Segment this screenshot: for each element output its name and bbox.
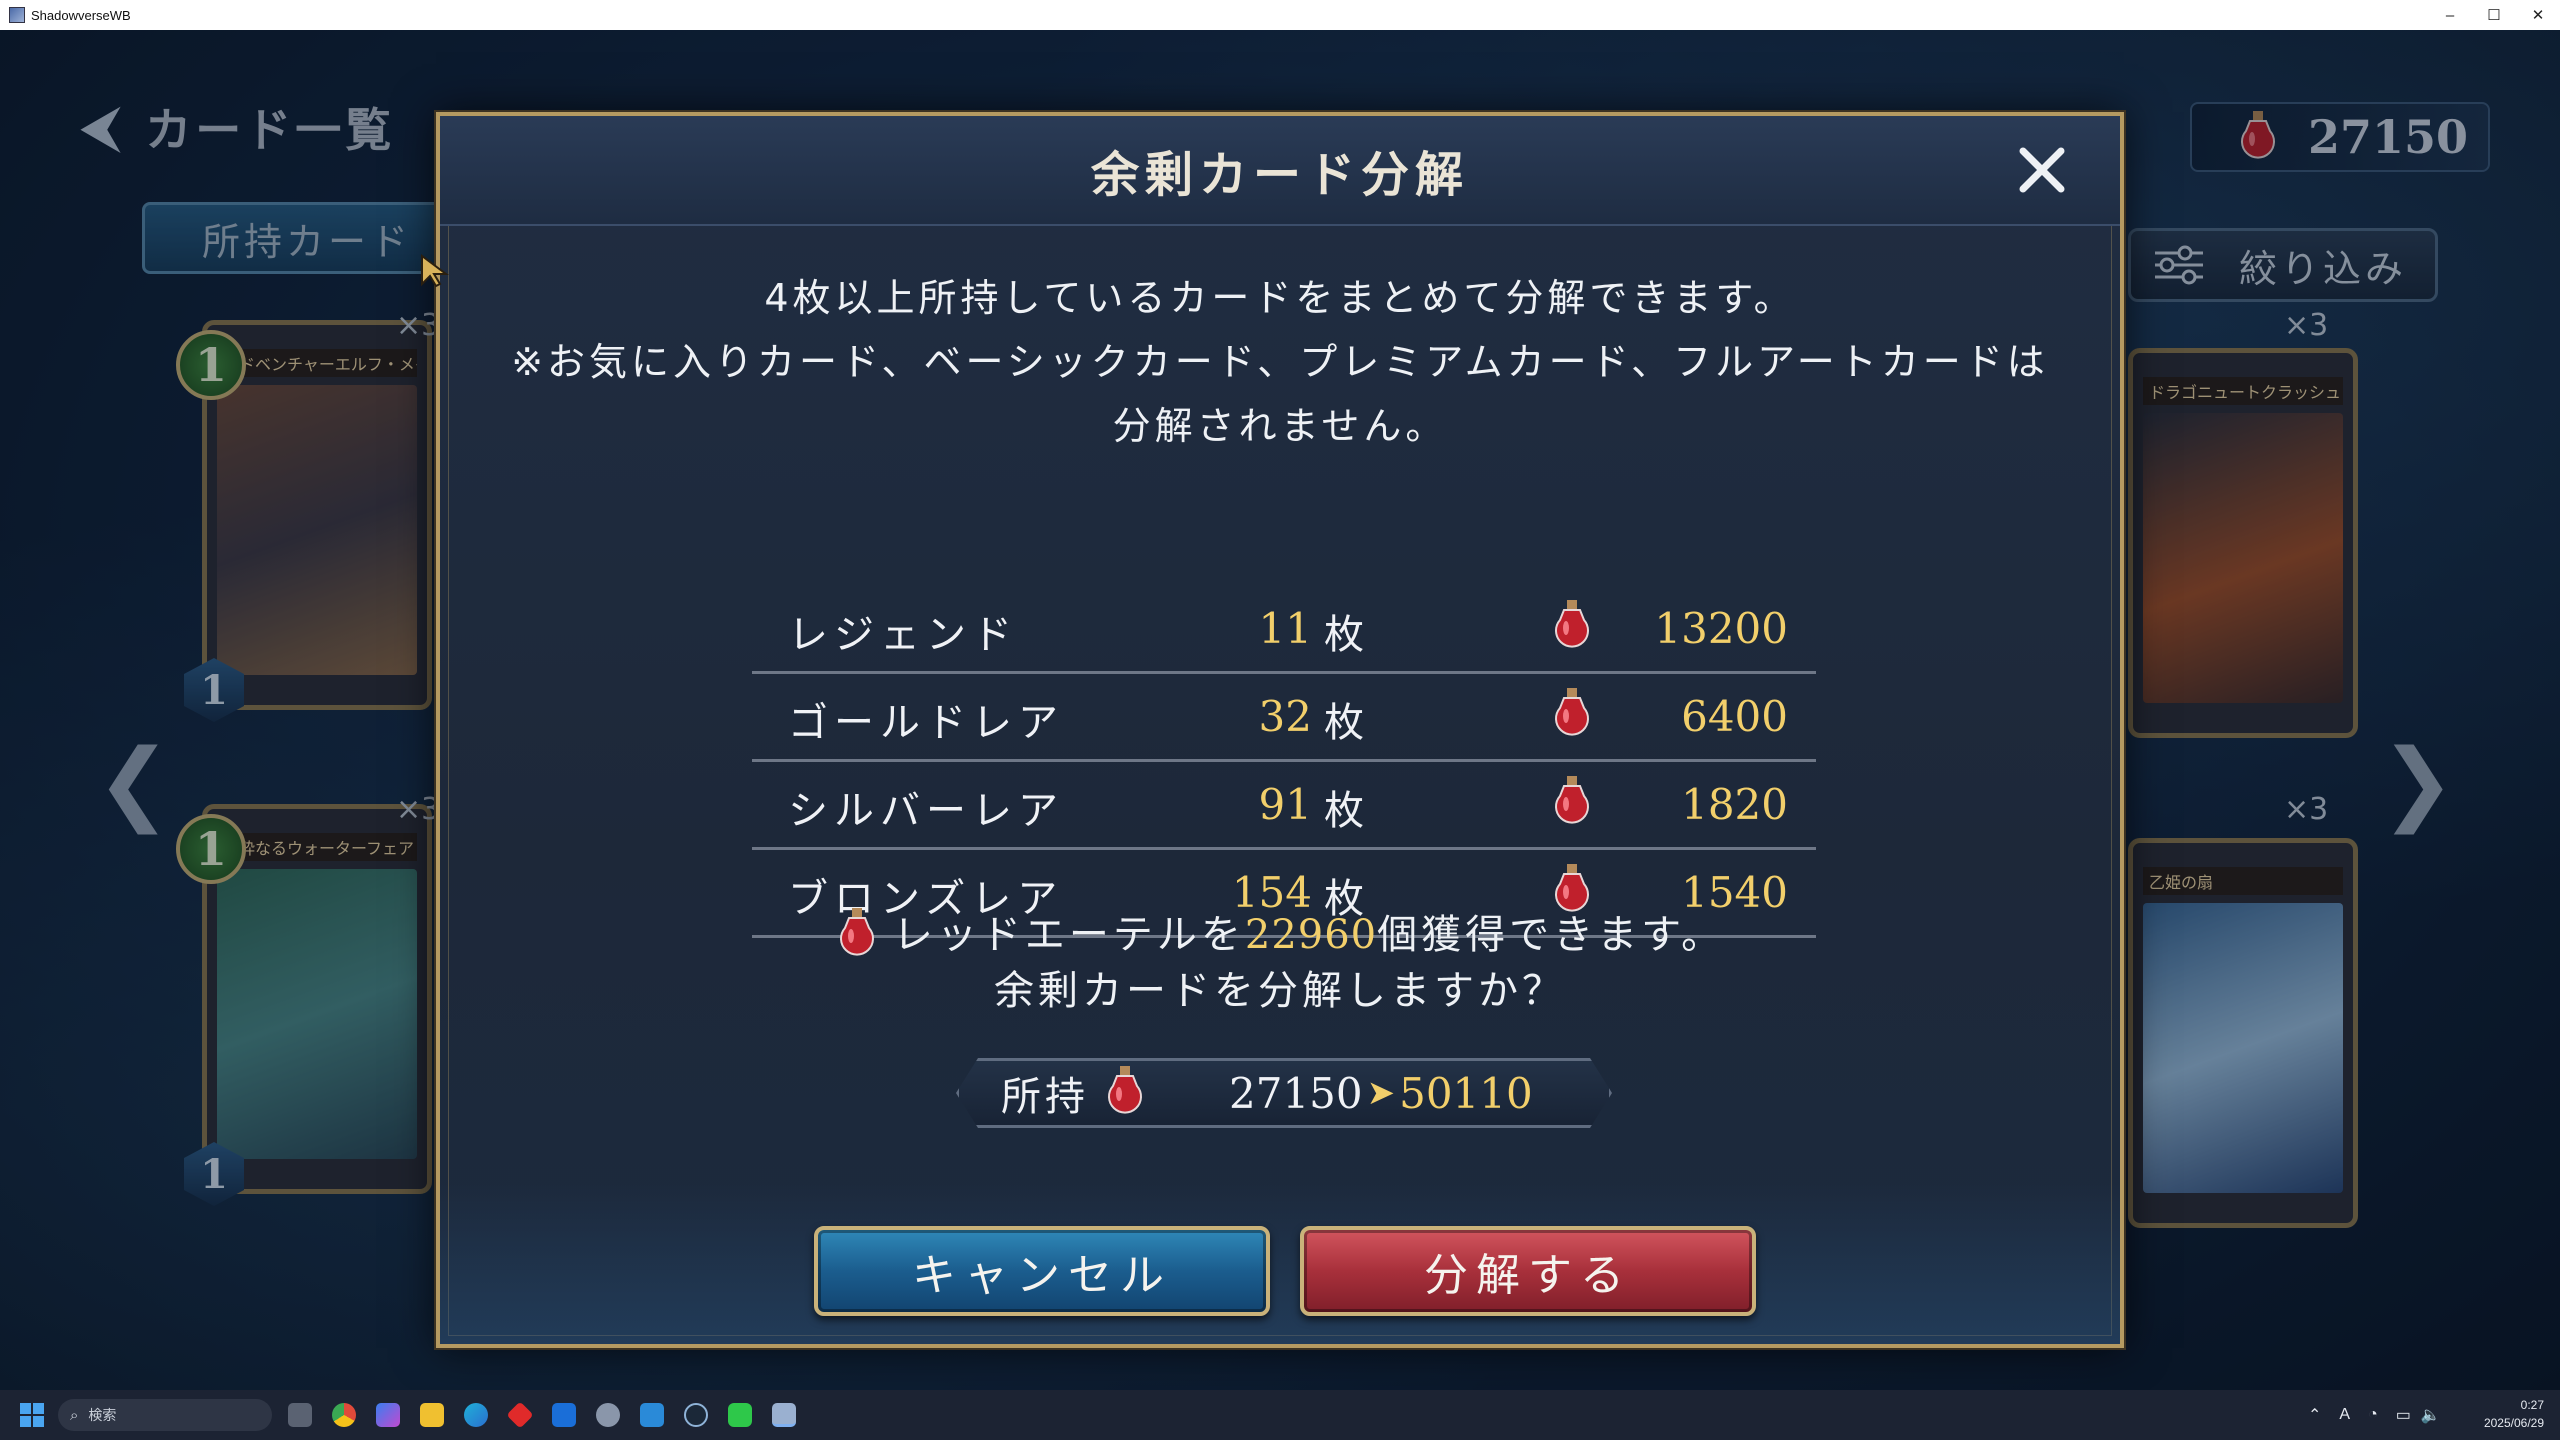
rarity-row-silver: シルバーレア 91 枚 1820 xyxy=(752,762,1816,850)
red-ether-icon xyxy=(1555,600,1589,648)
rarity-count: 11 xyxy=(1258,604,1312,653)
result-summary: レッドエーテルを22960個獲得できます。 余剰カードを分解しますか？ xyxy=(440,906,2120,1018)
ime-indicator[interactable]: A xyxy=(2339,1406,2350,1424)
app-icon xyxy=(9,7,25,23)
app-red-icon[interactable] xyxy=(506,1401,534,1429)
task-view-icon[interactable] xyxy=(288,1403,312,1427)
confirm-question: 余剰カードを分解しますか？ xyxy=(994,968,1566,1014)
owned-label: 所持 xyxy=(1001,1074,1089,1120)
owned-ether-preview: 所持 27150 ➤ 50110 xyxy=(956,1058,1612,1128)
close-icon xyxy=(2019,147,2065,193)
dismantle-dialog: 余剰カード分解 4枚以上所持しているカードをまとめて分解できます。 ※お気に入り… xyxy=(436,112,2124,1348)
tray-overflow-chevron-icon[interactable]: ⌃ xyxy=(2308,1405,2321,1425)
red-ether-icon xyxy=(1555,776,1589,824)
taskbar-search[interactable]: ⌕ 検索 xyxy=(58,1399,272,1431)
rarity-unit: 枚 xyxy=(1324,788,1364,834)
steam-icon[interactable] xyxy=(684,1403,708,1427)
dialog-footer xyxy=(440,1184,2120,1344)
outlook-icon[interactable] xyxy=(552,1403,576,1427)
tray-app-icon[interactable]: ◔ xyxy=(2368,1406,2378,1424)
rarity-count: 91 xyxy=(1258,780,1312,829)
search-placeholder: 検索 xyxy=(88,1407,117,1423)
owned-before-amount: 27150 xyxy=(1229,1068,1363,1118)
start-button[interactable] xyxy=(20,1403,44,1427)
mouse-cursor-icon xyxy=(421,254,449,288)
file-explorer-icon[interactable] xyxy=(420,1403,444,1427)
red-ether-icon xyxy=(839,908,874,956)
copilot-icon[interactable] xyxy=(376,1403,400,1427)
windows-taskbar: ⌕ 検索 ⌃ A ◔ ▭ 🔈 0:27 2025/06/29 xyxy=(0,1390,2560,1440)
cancel-button[interactable]: キャンセル xyxy=(814,1226,1270,1316)
red-ether-icon xyxy=(1103,1064,1147,1122)
description-note: 分解されません。 xyxy=(1112,404,1448,448)
window-title: ShadowverseWB xyxy=(31,7,131,23)
minimize-button[interactable]: – xyxy=(2428,0,2472,30)
dialog-header: 余剰カード分解 xyxy=(440,116,2120,226)
result-amount: 22960 xyxy=(1244,912,1378,958)
line-icon[interactable] xyxy=(728,1403,752,1427)
rarity-ether-value: 1820 xyxy=(1681,780,1788,829)
clock-time: 0:27 xyxy=(2520,1398,2544,1412)
game-viewport: ⮜ カード一覧 所持カード 27150 絞り込み ❮ ❯ アドベンチャーエルフ・… xyxy=(0,30,2560,1390)
clock-date: 2025/06/29 xyxy=(2483,1416,2544,1430)
dialog-close-button[interactable] xyxy=(2010,138,2074,202)
settings-gear-icon[interactable] xyxy=(596,1403,620,1427)
dismantle-confirm-button[interactable]: 分解する xyxy=(1300,1226,1756,1316)
chrome-icon[interactable] xyxy=(332,1403,356,1427)
rarity-row-gold: ゴールドレア 32 枚 6400 xyxy=(752,674,1816,762)
result-prefix: レッドエーテルを xyxy=(892,912,1245,958)
edge-icon[interactable] xyxy=(464,1403,488,1427)
window-close-button[interactable]: ✕ xyxy=(2516,0,2560,30)
store-icon[interactable] xyxy=(640,1403,664,1427)
description-line: 4枚以上所持しているカードをまとめて分解できます。 xyxy=(764,276,1796,320)
rarity-row-legend: レジェンド 11 枚 13200 xyxy=(752,586,1816,674)
maximize-button[interactable]: ☐ xyxy=(2472,0,2516,30)
window-titlebar: ShadowverseWB – ☐ ✕ xyxy=(0,0,2560,30)
rarity-ether-value: 13200 xyxy=(1654,604,1788,653)
rarity-name: ゴールドレア xyxy=(788,700,1064,746)
rarity-ether-value: 6400 xyxy=(1681,692,1788,741)
rarity-table: レジェンド 11 枚 13200 ゴールドレア 32 枚 6400 シルバーレア… xyxy=(752,586,1816,938)
rarity-name: シルバーレア xyxy=(788,788,1064,834)
red-ether-icon xyxy=(1555,688,1589,736)
volume-icon[interactable]: 🔈 xyxy=(2421,1405,2441,1425)
result-line: レッドエーテルを22960個獲得できます。 xyxy=(440,906,2120,964)
system-tray: ⌃ A ◔ ▭ 🔈 xyxy=(2308,1390,2441,1440)
search-icon: ⌕ xyxy=(70,1406,79,1424)
shadowverse-taskbar-icon[interactable] xyxy=(772,1403,796,1427)
owned-after-amount: 50110 xyxy=(1399,1068,1533,1118)
dialog-description: 4枚以上所持しているカードをまとめて分解できます。 ※お気に入りカード、ベーシッ… xyxy=(440,266,2120,458)
rarity-count: 32 xyxy=(1258,692,1312,741)
dialog-title: 余剰カード分解 xyxy=(1090,147,1469,203)
rarity-unit: 枚 xyxy=(1324,700,1364,746)
arrow-right-icon: ➤ xyxy=(1366,1073,1396,1113)
taskbar-clock[interactable]: 0:27 2025/06/29 xyxy=(2484,1396,2544,1432)
result-suffix: 個獲得できます。 xyxy=(1377,912,1726,958)
rarity-unit: 枚 xyxy=(1324,612,1364,658)
description-note: ※お気に入りカード、ベーシックカード、プレミアムカード、フルアートカードは xyxy=(511,340,2049,384)
rarity-name: レジェンド xyxy=(788,612,1018,658)
network-icon[interactable]: ▭ xyxy=(2396,1405,2411,1425)
